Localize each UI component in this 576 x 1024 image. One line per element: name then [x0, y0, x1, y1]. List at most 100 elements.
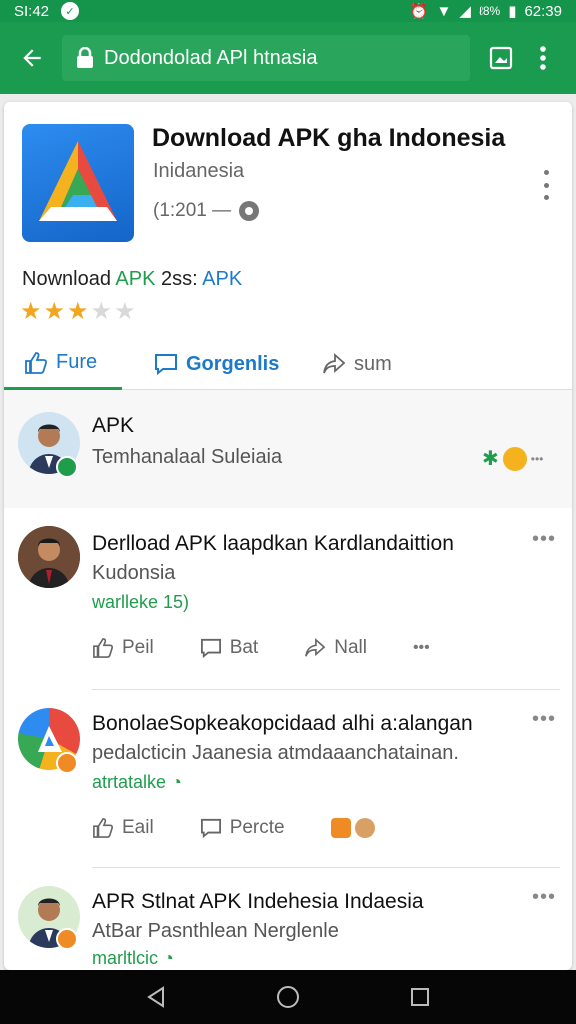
post-more-button[interactable]: ••• — [532, 528, 556, 551]
app-meta: (1:201 — — [153, 200, 260, 222]
comment-icon — [200, 638, 221, 658]
status-time-left: SI:42 — [14, 2, 50, 20]
comment-button[interactable]: Bat — [200, 637, 259, 659]
wifi-icon: ▼ — [436, 2, 452, 20]
arrow-left-icon — [23, 49, 41, 67]
app-logo-icon — [39, 141, 117, 221]
browser-toolbar: Dodondolad APl htnasia — [0, 22, 576, 94]
emoji-icon: ◔ — [171, 772, 182, 792]
post-link[interactable]: atrtatalke ◔ — [92, 772, 182, 793]
app-header: Download APK gha Indonesia Inidanesia (1… — [4, 102, 572, 262]
post-subtitle: Temhanalaal Suleiaia — [92, 446, 283, 468]
triangle-back-icon — [147, 986, 164, 1008]
post-more-button[interactable]: ••• — [532, 708, 556, 731]
nav-back-button[interactable] — [132, 973, 180, 1021]
post-title: BonolaeSopkeakopcidaad alhi a:alangan — [92, 712, 473, 735]
tab-sum[interactable]: sum — [322, 338, 392, 390]
battery-text: ℓ8% — [478, 4, 501, 18]
globe-icon — [239, 201, 260, 221]
post-actions: Peil Bat Nall ••• — [92, 628, 476, 668]
star-filled-icon: ★ — [20, 298, 42, 325]
app-meta-text: (1:201 — — [153, 200, 232, 221]
list-item[interactable]: Derlload APK laapdkan Kardlandaittion Ku… — [4, 508, 572, 690]
tab-sum-label: sum — [354, 352, 392, 375]
nav-home-button[interactable] — [264, 973, 312, 1021]
list-item[interactable]: BonolaeSopkeakopcidaad alhi a:alangan pe… — [4, 690, 572, 868]
thumbs-up-icon — [25, 351, 48, 374]
comment-icon — [200, 818, 221, 838]
more-dots-icon: ••• — [530, 451, 544, 466]
post-title: APK — [92, 414, 135, 437]
list-item[interactable]: APK Temhanalaal Suleiaia ✱ ••• — [4, 390, 572, 508]
square-recents-icon — [411, 988, 429, 1006]
gear-icon: ✱ — [482, 448, 499, 470]
reaction-icon — [330, 818, 351, 838]
lock-icon — [77, 47, 93, 68]
promo-blue[interactable]: APK — [202, 268, 242, 290]
tabs-button[interactable] — [480, 37, 522, 79]
nav-recents-button[interactable] — [396, 973, 444, 1021]
reaction-button[interactable] — [330, 818, 375, 838]
url-text: Dodondolad APl htnasia — [104, 46, 318, 69]
promo-green[interactable]: APK — [115, 268, 155, 290]
battery-icon: ▮ — [508, 3, 517, 20]
content-card: Download APK gha Indonesia Inidanesia (1… — [4, 102, 572, 970]
badge-icon — [56, 752, 78, 774]
promo-line: Nownload APK 2ss: APK — [22, 268, 242, 291]
comment-button[interactable]: Percte — [200, 817, 285, 839]
share-button[interactable]: Nall — [304, 637, 367, 659]
star-filled-icon: ★ — [67, 298, 89, 325]
post-link[interactable]: marltlcic ◔ — [92, 948, 174, 969]
emoji-icon: ◔ — [163, 948, 174, 968]
promo-prefix: Nownload — [22, 268, 116, 290]
post-link-text: marltlcic — [92, 948, 158, 968]
tab-fure[interactable]: Fure — [4, 338, 122, 390]
app-more-button[interactable] — [534, 170, 558, 200]
comment-label: Bat — [229, 637, 259, 658]
notification-icon: ✓ — [61, 2, 80, 20]
post-title: Derlload APK laapdkan Kardlandaittion — [92, 532, 454, 555]
status-time-right: 62:39 — [524, 2, 562, 20]
verified-badge-icon — [56, 456, 78, 478]
post-more-button[interactable]: ••• — [532, 886, 556, 909]
reaction-group[interactable]: ✱ ••• — [482, 446, 543, 471]
thumbs-up-icon — [93, 818, 114, 838]
url-field[interactable]: Dodondolad APl htnasia — [62, 35, 470, 81]
star-empty-icon: ★ — [114, 298, 136, 325]
rating-stars: ★ ★ ★ ★ ★ — [20, 300, 136, 324]
star-filled-icon: ★ — [43, 298, 66, 325]
circle-home-icon — [277, 986, 299, 1008]
star-empty-icon: ★ — [90, 298, 113, 325]
promo-mid: 2ss: — [155, 268, 203, 290]
like-label: Peil — [122, 637, 154, 658]
share-icon — [305, 638, 326, 657]
status-bar: SI:42 ✓ ⏰ ▼ ◢ ℓ8% ▮ 62:39 — [0, 0, 576, 22]
post-subtitle: Kudonsia — [92, 562, 176, 584]
alarm-icon: ⏰ — [409, 3, 429, 20]
tab-gorgenlis[interactable]: Gorgenlis — [154, 338, 279, 390]
like-button[interactable]: Peil — [92, 637, 154, 659]
post-title: APR Stlnat APK Indehesia Indaesia — [92, 890, 424, 913]
back-button[interactable] — [12, 38, 52, 78]
comment-label: Percte — [229, 817, 285, 838]
app-title: Download APK gha Indonesia — [152, 124, 506, 152]
post-subtitle: pedalcticin Jaanesia atmdaaanchatainan. — [92, 742, 459, 764]
menu-button[interactable] — [522, 37, 564, 79]
tab-gorgenlis-label: Gorgenlis — [186, 352, 280, 375]
like-button[interactable]: Eail — [92, 817, 154, 839]
avatar — [18, 526, 80, 588]
more-actions-button[interactable]: ••• — [413, 639, 430, 657]
list-item[interactable]: APR Stlnat APK Indehesia Indaesia AtBar … — [4, 868, 572, 970]
app-logo[interactable] — [22, 124, 134, 242]
thumbs-up-icon — [93, 638, 114, 658]
signal-icon: ◢ — [459, 3, 471, 20]
tabs-icon — [489, 46, 513, 70]
post-link[interactable]: warlleke 15) — [92, 592, 189, 613]
comment-icon — [155, 354, 177, 375]
post-link-text: atrtatalke — [92, 772, 167, 792]
emoji-face-icon — [502, 446, 527, 471]
app-subtitle: Inidanesia — [153, 160, 245, 182]
tab-bar: Fure Gorgenlis sum — [4, 338, 572, 390]
tab-fure-label: Fure — [56, 351, 98, 373]
post-actions: Eail Percte — [92, 808, 421, 848]
